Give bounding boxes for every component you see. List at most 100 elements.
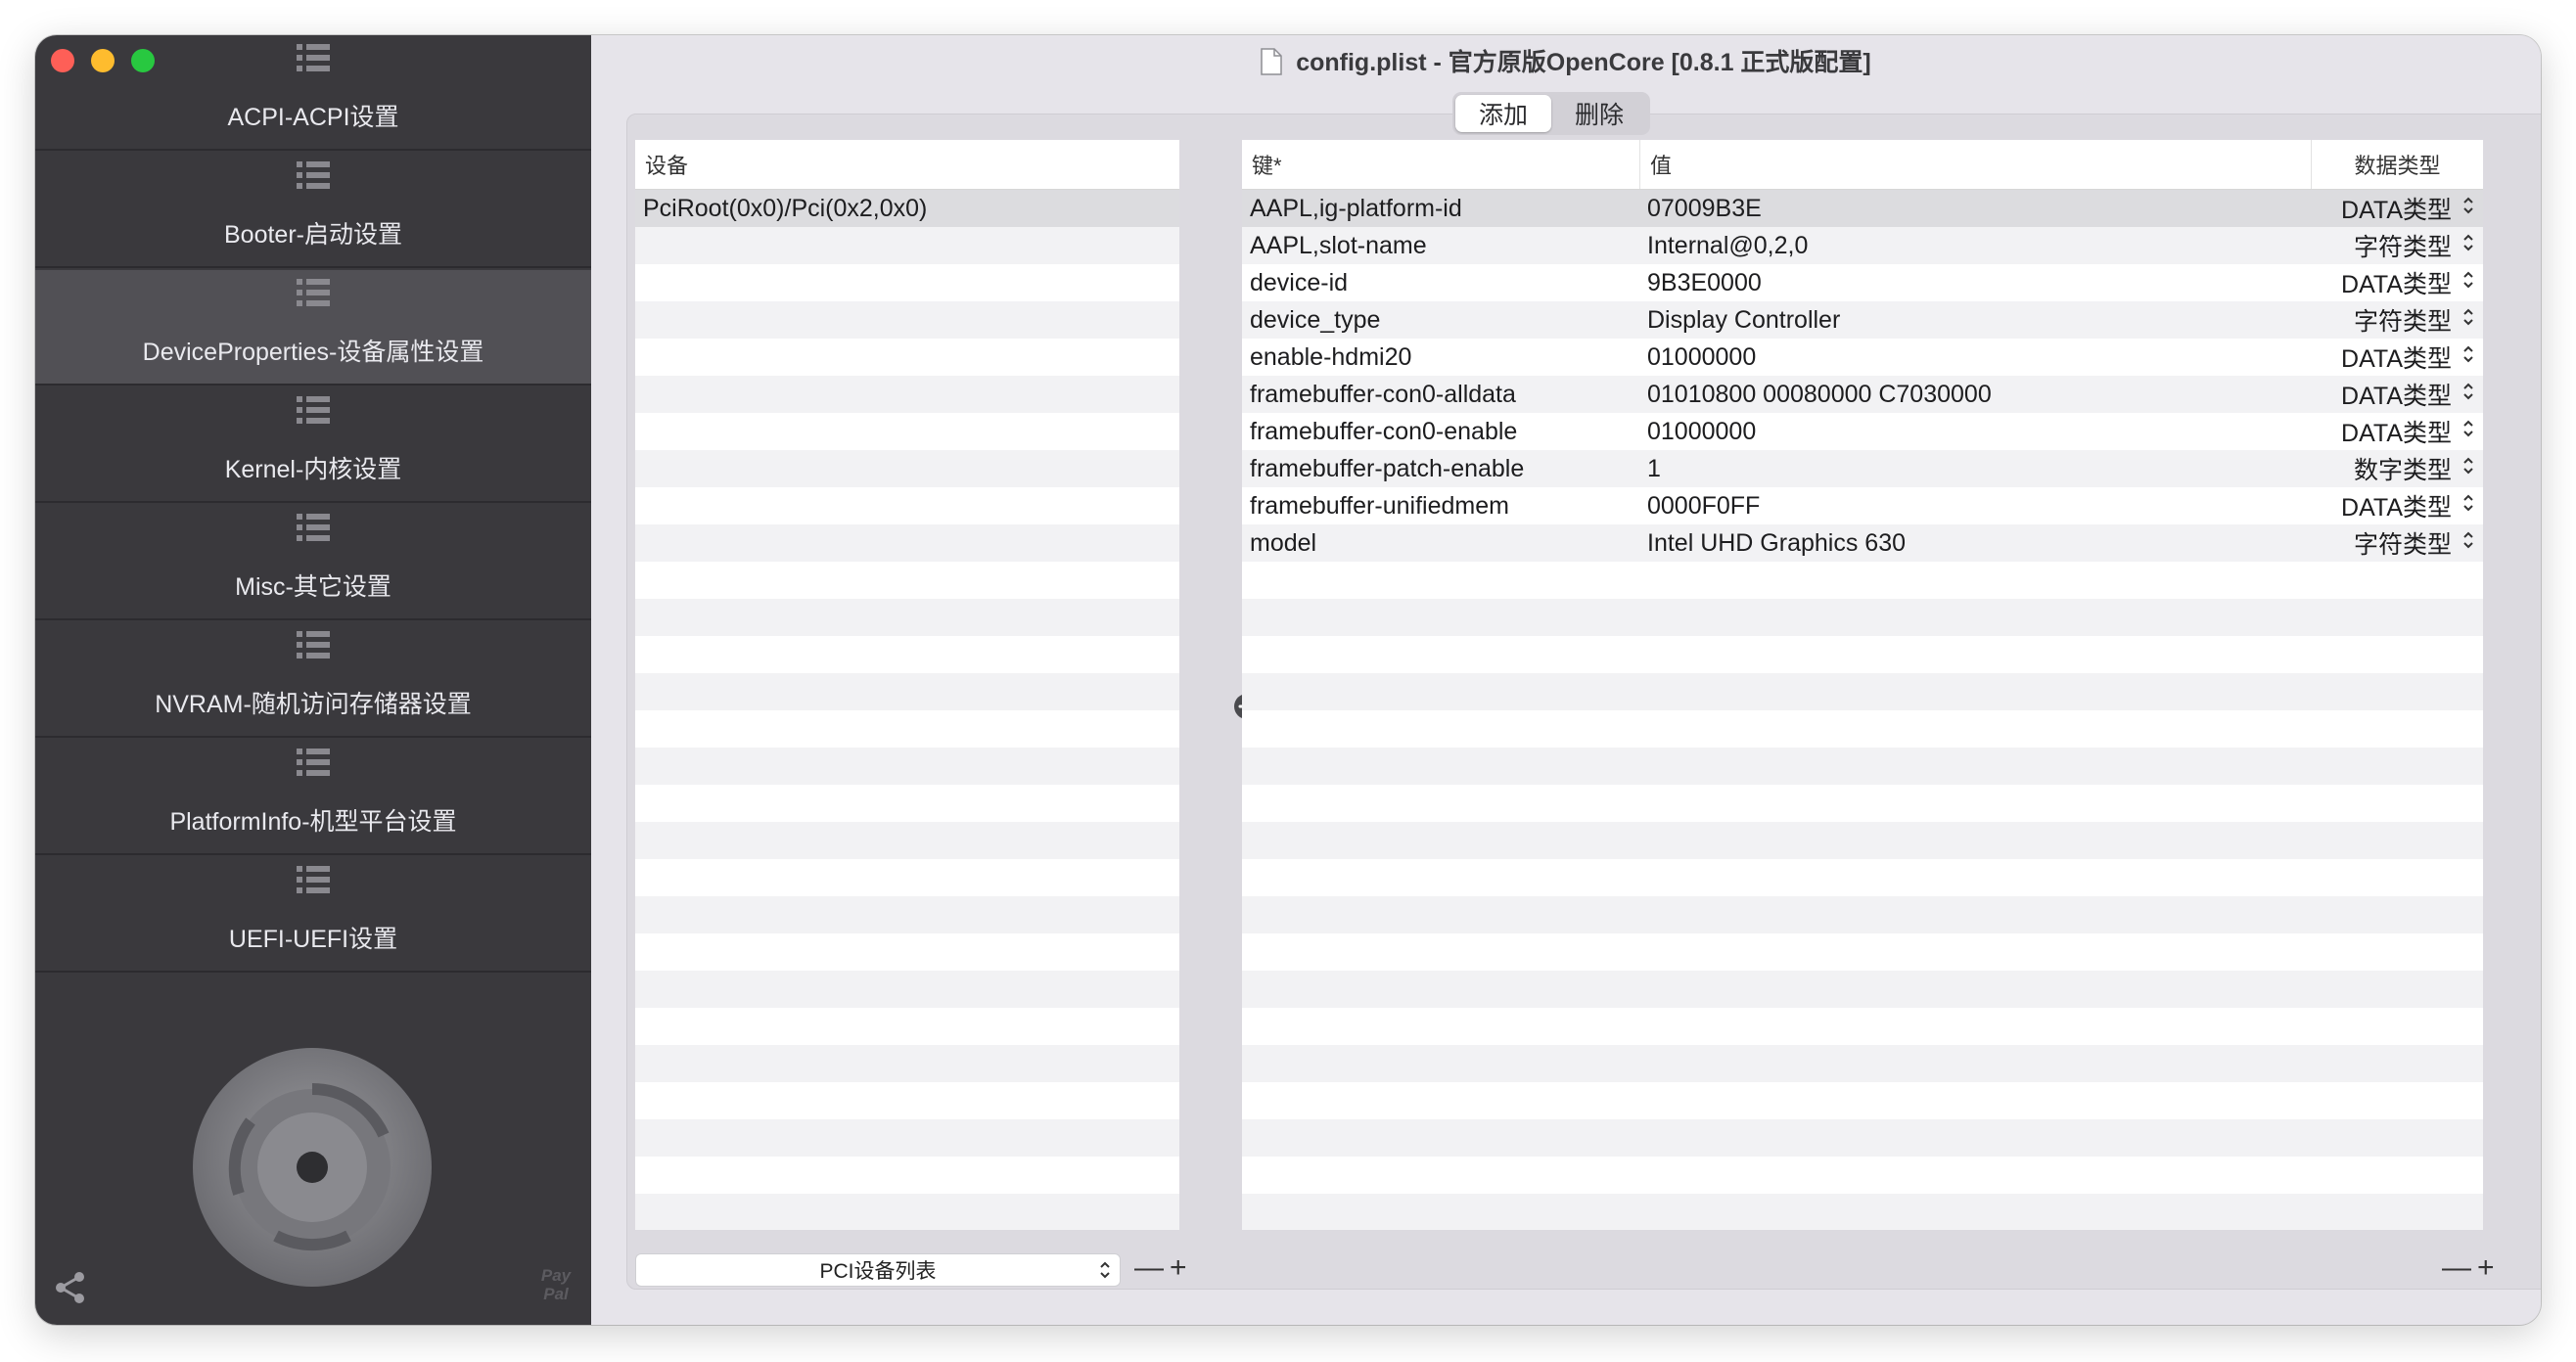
delete-button[interactable]: 删除 (1551, 95, 1647, 132)
property-type-select[interactable]: 数字类型 (2311, 451, 2483, 486)
add-device-button[interactable]: + (1170, 1253, 1187, 1283)
empty-row (1242, 562, 2483, 599)
property-row[interactable]: framebuffer-con0-enable 01000000 DATA类型 (1242, 413, 2483, 450)
property-type-select[interactable]: DATA类型 (2311, 340, 2483, 375)
empty-row (1242, 673, 2483, 710)
empty-row (635, 859, 1179, 896)
empty-row (1242, 1194, 2483, 1230)
property-value[interactable]: 0000F0FF (1639, 492, 2311, 521)
property-value[interactable]: 01010800 00080000 C7030000 (1639, 381, 2311, 409)
property-key[interactable]: framebuffer-con0-alldata (1242, 381, 1639, 409)
list-icon (297, 278, 330, 307)
property-type-label: 数字类型 (2353, 457, 2452, 484)
property-type-select[interactable]: DATA类型 (2311, 265, 2483, 300)
column-header-key[interactable]: 键* (1242, 140, 1639, 189)
sidebar-item-label: PlatformInfo-机型平台设置 (169, 808, 457, 836)
property-row[interactable]: AAPL,ig-platform-id 07009B3E DATA类型 (1242, 190, 2483, 227)
chevron-updown-icon (1100, 1261, 1110, 1279)
property-type-select[interactable]: 字符类型 (2311, 228, 2483, 263)
chevron-updown-icon (2452, 343, 2475, 372)
property-value[interactable]: Intel UHD Graphics 630 (1639, 529, 2311, 558)
chevron-updown-icon (2452, 455, 2475, 483)
sidebar-item-platforminfo[interactable]: PlatformInfo-机型平台设置 (35, 740, 591, 855)
column-header-value[interactable]: 值 (1639, 140, 2311, 189)
property-key[interactable]: model (1242, 529, 1639, 558)
property-value[interactable]: 07009B3E (1639, 195, 2311, 223)
chevron-updown-icon (2452, 269, 2475, 297)
property-key[interactable]: enable-hdmi20 (1242, 343, 1639, 372)
sidebar-item-label: Kernel-内核设置 (224, 456, 402, 483)
share-icon[interactable] (53, 1270, 88, 1305)
property-key[interactable]: AAPL,slot-name (1242, 232, 1639, 260)
property-key[interactable]: framebuffer-patch-enable (1242, 455, 1639, 483)
property-type-label: DATA类型 (2341, 197, 2452, 224)
empty-row (635, 710, 1179, 748)
sidebar-item-misc[interactable]: Misc-其它设置 (35, 505, 591, 620)
sidebar-item-label: ACPI-ACPI设置 (227, 104, 399, 131)
property-type-select[interactable]: 字符类型 (2311, 525, 2483, 561)
property-row[interactable]: device_type Display Controller 字符类型 (1242, 301, 2483, 339)
property-row[interactable]: device-id 9B3E0000 DATA类型 (1242, 264, 2483, 301)
empty-row (1242, 1008, 2483, 1045)
property-key[interactable]: framebuffer-con0-enable (1242, 418, 1639, 446)
remove-device-button[interactable]: — (1134, 1253, 1164, 1283)
property-value[interactable]: 1 (1639, 455, 2311, 483)
minimize-window-button[interactable] (91, 49, 115, 72)
column-header-type[interactable]: 数据类型 (2311, 140, 2483, 189)
property-value[interactable]: Display Controller (1639, 306, 2311, 335)
empty-row (1242, 636, 2483, 673)
column-header-device[interactable]: 设备 (635, 140, 1179, 189)
property-row[interactable]: enable-hdmi20 01000000 DATA类型 (1242, 339, 2483, 376)
property-key[interactable]: device-id (1242, 269, 1639, 297)
property-type-select[interactable]: DATA类型 (2311, 191, 2483, 226)
empty-row (1242, 933, 2483, 971)
devices-table: 设备 PciRoot(0x0)/Pci(0x2,0x0) (635, 140, 1179, 1230)
device-add-remove: — + (1134, 1253, 1187, 1283)
property-key[interactable]: device_type (1242, 306, 1639, 335)
sidebar-item-uefi[interactable]: UEFI-UEFI设置 (35, 857, 591, 973)
paypal-logo[interactable]: Pay Pal (532, 1266, 579, 1303)
sidebar-item-deviceproperties[interactable]: DeviceProperties-设备属性设置 (35, 270, 591, 386)
add-button[interactable]: 添加 (1455, 95, 1551, 132)
empty-row (1242, 971, 2483, 1008)
property-row[interactable]: framebuffer-con0-alldata 01010800 0008000… (1242, 376, 2483, 413)
devices-header: 设备 (635, 140, 1179, 190)
property-value[interactable]: 9B3E0000 (1639, 269, 2311, 297)
device-row[interactable]: PciRoot(0x0)/Pci(0x2,0x0) (635, 190, 1179, 227)
device-list-dropdown[interactable]: PCI设备列表 (635, 1253, 1121, 1287)
list-icon (297, 748, 330, 777)
sidebar-item-booter[interactable]: Booter-启动设置 (35, 153, 591, 268)
property-value[interactable]: Internal@0,2,0 (1639, 232, 2311, 260)
property-type-select[interactable]: 字符类型 (2311, 302, 2483, 338)
property-value[interactable]: 01000000 (1639, 343, 2311, 372)
empty-row (635, 636, 1179, 673)
property-type-select[interactable]: DATA类型 (2311, 377, 2483, 412)
chevron-updown-icon (2452, 232, 2475, 260)
property-row[interactable]: model Intel UHD Graphics 630 字符类型 (1242, 524, 2483, 562)
sidebar-item-kernel[interactable]: Kernel-内核设置 (35, 387, 591, 503)
property-type-select[interactable]: DATA类型 (2311, 414, 2483, 449)
sidebar-item-nvram[interactable]: NVRAM-随机访问存储器设置 (35, 622, 591, 738)
window-controls (51, 49, 155, 72)
property-type-select[interactable]: DATA类型 (2311, 488, 2483, 523)
empty-row (635, 376, 1179, 413)
property-type-label: DATA类型 (2341, 345, 2452, 373)
property-value[interactable]: 01000000 (1639, 418, 2311, 446)
list-icon (297, 395, 330, 425)
opencore-disc-logo (193, 1048, 432, 1287)
property-key[interactable]: framebuffer-unifiedmem (1242, 492, 1639, 521)
sidebar-item-label: NVRAM-随机访问存储器设置 (155, 691, 472, 718)
device-path: PciRoot(0x0)/Pci(0x2,0x0) (643, 194, 928, 222)
property-row[interactable]: framebuffer-unifiedmem 0000F0FF DATA类型 (1242, 487, 2483, 524)
property-row[interactable]: framebuffer-patch-enable 1 数字类型 (1242, 450, 2483, 487)
zoom-window-button[interactable] (131, 49, 155, 72)
remove-property-button[interactable]: — (2442, 1253, 2471, 1283)
add-property-button[interactable]: + (2477, 1253, 2495, 1283)
chevron-updown-icon (2452, 529, 2475, 558)
empty-row (1242, 859, 2483, 896)
property-row[interactable]: AAPL,slot-name Internal@0,2,0 字符类型 (1242, 227, 2483, 264)
empty-row (635, 562, 1179, 599)
close-window-button[interactable] (51, 49, 74, 72)
property-key[interactable]: AAPL,ig-platform-id (1242, 195, 1639, 223)
empty-row (635, 413, 1179, 450)
